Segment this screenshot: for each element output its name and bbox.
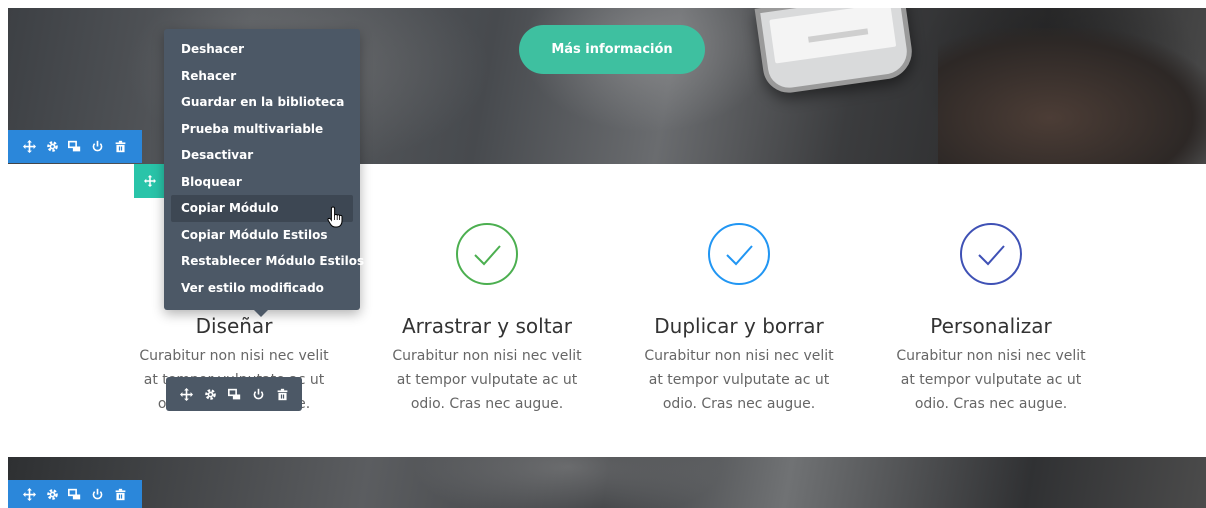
menu-item-undo[interactable]: Deshacer [171, 36, 353, 63]
more-info-button[interactable]: Más información [519, 25, 705, 74]
move-icon[interactable] [174, 383, 198, 405]
feature-card: Personalizar Curabitur non nisi nec veli… [865, 222, 1117, 416]
disable-icon[interactable] [86, 483, 109, 505]
menu-item-redo[interactable]: Rehacer [171, 63, 353, 90]
feature-title: Duplicar y borrar [654, 314, 824, 338]
module-context-menu: Deshacer Rehacer Guardar en la bibliotec… [164, 29, 364, 317]
phone-image [754, 8, 916, 97]
checkmark-circle-icon [708, 223, 770, 285]
menu-item-copy-module-styles[interactable]: Copiar Módulo Estilos [171, 222, 353, 249]
move-icon[interactable] [18, 136, 41, 158]
move-icon [144, 175, 156, 187]
feature-title: Arrastrar y soltar [401, 314, 573, 338]
duplicate-icon[interactable] [222, 383, 246, 405]
feature-card: Duplicar y borrar Curabitur non nisi nec… [613, 222, 865, 416]
menu-item-copy-module[interactable]: Copiar Módulo [171, 195, 353, 222]
settings-icon[interactable] [198, 383, 222, 405]
column-move-handle[interactable] [134, 164, 166, 198]
feature-title: Diseñar [195, 314, 273, 338]
feature-text: Curabitur non nisi nec velit at tempor v… [644, 348, 834, 412]
row-toolbar-bottom [8, 480, 142, 508]
feature-title: Personalizar [930, 314, 1052, 338]
duplicate-icon[interactable] [64, 483, 87, 505]
feature-text: Curabitur non nisi nec velit at tempor v… [896, 348, 1086, 412]
move-icon[interactable] [18, 483, 41, 505]
menu-item-save-to-library[interactable]: Guardar en la biblioteca [171, 89, 353, 116]
settings-icon[interactable] [41, 483, 64, 505]
menu-item-lock[interactable]: Bloquear [171, 169, 353, 196]
row-toolbar-top [8, 130, 142, 163]
disable-icon[interactable] [246, 383, 270, 405]
feature-card: Arrastrar y soltar Curabitur non nisi ne… [361, 222, 613, 416]
menu-item-reset-module-styles[interactable]: Restablecer Módulo Estilos [171, 248, 364, 275]
feature-text: Curabitur non nisi nec velit at tempor v… [392, 348, 582, 412]
module-toolbar [166, 377, 302, 411]
delete-icon[interactable] [109, 483, 132, 505]
hand-image [938, 28, 1206, 164]
disable-icon[interactable] [86, 136, 109, 158]
checkmark-circle-icon [960, 223, 1022, 285]
hero-section-bottom [8, 457, 1206, 508]
menu-item-disable[interactable]: Desactivar [171, 142, 353, 169]
delete-icon[interactable] [270, 383, 294, 405]
delete-icon[interactable] [109, 136, 132, 158]
duplicate-icon[interactable] [64, 136, 87, 158]
menu-item-split-test[interactable]: Prueba multivariable [171, 116, 353, 143]
hand-pointer-cursor-icon [327, 206, 343, 228]
menu-item-view-modified-styles[interactable]: Ver estilo modificado [171, 275, 353, 302]
settings-icon[interactable] [41, 136, 64, 158]
checkmark-circle-icon [456, 223, 518, 285]
